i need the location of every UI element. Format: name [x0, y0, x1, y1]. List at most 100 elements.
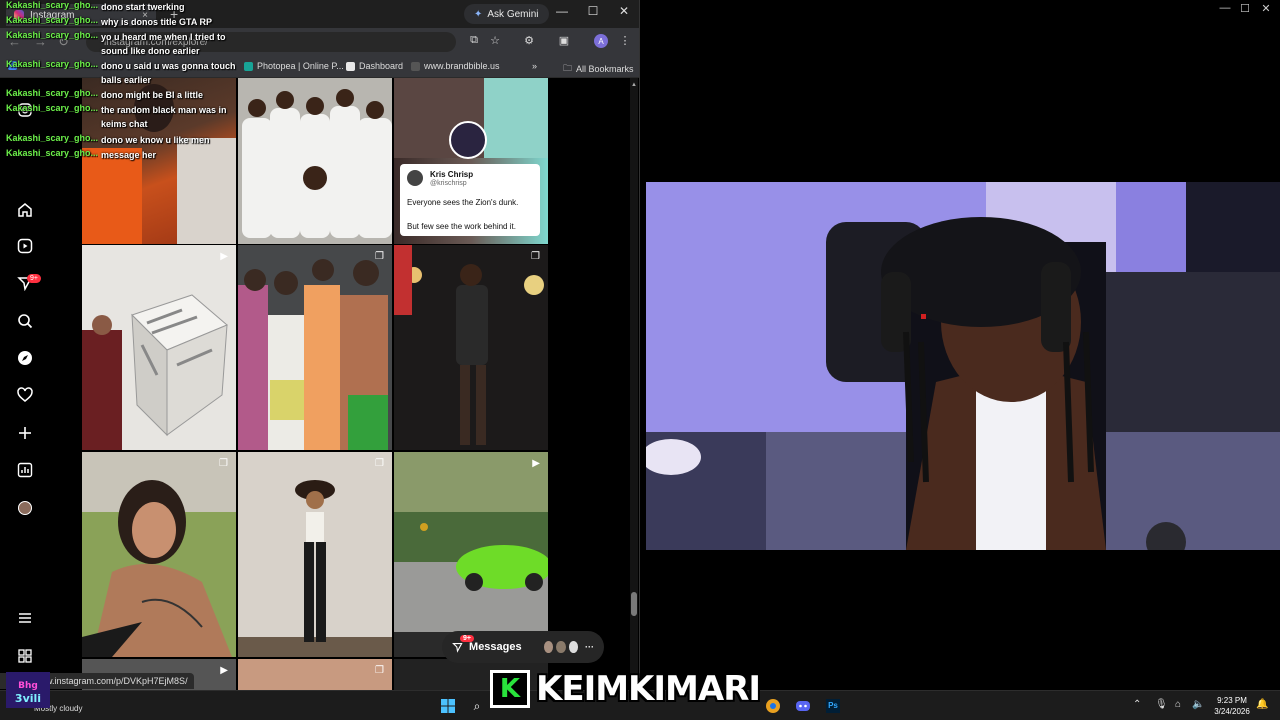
reel-icon: ▶ [532, 458, 540, 469]
bookmark-dashboard[interactable]: Dashboard [346, 61, 403, 71]
brandbible-favicon-icon [411, 61, 420, 71]
more-options-icon[interactable]: ··· [585, 642, 594, 652]
side-panel-icon[interactable]: ▣ [556, 34, 572, 47]
extensions-icon[interactable]: ⚙ [521, 34, 537, 47]
volume-icon[interactable]: 🔈 [1192, 699, 1204, 710]
bookmark-label: Dashboard [359, 61, 404, 71]
maximize-button[interactable]: ☐ [1236, 2, 1254, 15]
chrome-taskbar-icon[interactable] [764, 697, 782, 715]
multi-photo-icon: ❐ [219, 458, 228, 469]
multi-photo-icon: ❐ [375, 458, 384, 469]
messages-button[interactable]: 9+ Messages ··· [442, 631, 604, 663]
explore-post[interactable] [238, 78, 392, 244]
clock-time: 9:23 PM [1217, 696, 1247, 705]
avatar [18, 501, 32, 515]
minimize-button[interactable]: — [1216, 2, 1234, 14]
instagram-explore-page: 9+ ▶ ❐ ❐ ❐ ❐ ▶ ▶ ❐ Kris Chrisp @krischri… [0, 78, 639, 690]
chat-username: Kakashi_scary_gho... [6, 59, 98, 69]
dashboard-favicon-icon [346, 61, 355, 71]
network-icon[interactable]: ⌂ [1175, 699, 1181, 710]
chat-username: Kakashi_scary_gho... [6, 88, 98, 98]
bookmark-brandbible[interactable]: www.brandbible.us [411, 61, 500, 71]
chat-username: Kakashi_scary_gho... [6, 133, 98, 143]
tweet-author-name: Kris Chrisp [430, 170, 474, 179]
photopea-favicon-icon [244, 61, 253, 71]
chat-text: yo u heard me when I tried to sound like… [101, 32, 226, 56]
tweet-card: Kris Chrisp @krischrisp Everyone sees th… [400, 164, 540, 236]
maximize-button[interactable]: ☐ [583, 4, 603, 18]
page-scrollbar[interactable]: ▲ [630, 78, 638, 690]
close-window-button[interactable]: ✕ [1257, 2, 1275, 15]
tweet-profile-picture [449, 121, 487, 159]
explore-post[interactable]: ❐ [238, 452, 392, 657]
install-app-icon[interactable]: ⧉ [466, 34, 482, 47]
post-thumbnail-group-icon [238, 78, 392, 244]
webcam-feed [646, 182, 1280, 550]
chat-text: message her [101, 150, 157, 160]
chat-text: dono we know u like men [101, 135, 210, 145]
instagram-sidebar: 9+ [0, 78, 50, 690]
chat-username: Kakashi_scary_gho... [6, 103, 98, 113]
notification-bell-icon[interactable]: 🔔 [1256, 699, 1268, 710]
explore-compass-icon[interactable] [15, 348, 35, 368]
gemini-sparkle-icon: ✦ [474, 8, 483, 20]
minimize-button[interactable]: — [552, 4, 572, 18]
notifications-heart-icon[interactable] [15, 385, 35, 405]
avatar [542, 640, 555, 654]
discord-taskbar-icon[interactable] [794, 697, 812, 715]
system-clock[interactable]: 9:23 PM 3/24/2026 [1210, 695, 1254, 717]
also-from-meta-icon[interactable] [15, 646, 35, 666]
profile-avatar-button[interactable]: A [594, 34, 608, 48]
webcam-streamer-image [646, 182, 1280, 550]
bookmark-star-icon[interactable]: ☆ [487, 34, 503, 47]
streamer-watermark: K KEIMKIMARI [490, 668, 762, 710]
home-icon[interactable] [15, 200, 35, 220]
explore-post[interactable]: ▶ [394, 452, 548, 657]
explore-post[interactable]: ❐ [394, 245, 548, 450]
explore-post[interactable]: ❐ [238, 659, 392, 690]
photoshop-taskbar-icon[interactable]: Ps [824, 697, 842, 715]
channel-badge-logo: Bhg 3vili [6, 672, 50, 708]
post-thumbnail-portrait-icon [82, 452, 236, 657]
microphone-icon[interactable]: 🎙 [1155, 699, 1168, 710]
create-plus-icon[interactable] [15, 423, 35, 443]
ask-gemini-label: Ask Gemini [487, 8, 539, 20]
screen: Instagram × + ✦ Ask Gemini — ☐ ✕ ← → ↻ i… [0, 0, 1280, 720]
reels-icon[interactable] [15, 236, 35, 256]
search-icon[interactable]: ⌕ [468, 697, 486, 715]
bookmark-photopea[interactable]: Photopea | Online P... [244, 61, 344, 71]
dashboard-chart-icon[interactable] [15, 460, 35, 480]
chevron-up-icon[interactable]: ⌃ [1133, 699, 1141, 710]
windows-start-icon[interactable] [439, 697, 457, 715]
bookmark-label: www.brandbible.us [424, 61, 500, 71]
ask-gemini-button[interactable]: ✦ Ask Gemini [464, 4, 549, 24]
post-thumbnail-night-street-icon [394, 245, 548, 450]
profile-avatar-icon[interactable] [15, 498, 35, 518]
post-thumbnail-group-photo-icon [238, 245, 392, 450]
reel-icon: ▶ [220, 251, 228, 262]
close-window-button[interactable]: ✕ [614, 4, 634, 18]
svg-text:Bhg: Bhg [18, 681, 38, 691]
scrollbar-thumb[interactable] [631, 592, 637, 616]
reel-icon: ▶ [220, 665, 228, 676]
chat-text: the random black man was in keims chat [101, 105, 227, 129]
more-bookmarks-button[interactable]: » [532, 61, 537, 71]
chat-username: Kakashi_scary_gho... [6, 15, 98, 25]
explore-post[interactable]: ❐ [238, 245, 392, 450]
folder-icon: 🗀 [563, 63, 573, 73]
messages-label: Messages [469, 641, 522, 653]
explore-post[interactable]: ▶ [82, 245, 236, 450]
explore-post[interactable]: ❐ [82, 452, 236, 657]
post-thumbnail-green-car-icon [394, 452, 548, 657]
scroll-up-arrow-icon[interactable]: ▲ [630, 82, 638, 88]
messages-badge: 9+ [460, 635, 474, 642]
all-bookmarks-button[interactable]: 🗀 All Bookmarks [563, 61, 634, 77]
menu-kebab-icon[interactable]: ⋮ [617, 34, 633, 47]
more-bookmarks-icon: » [532, 61, 538, 71]
svg-text:3vili: 3vili [15, 692, 41, 705]
more-menu-icon[interactable] [15, 608, 35, 628]
avatar [555, 640, 567, 654]
chat-username: Kakashi_scary_gho... [6, 148, 98, 158]
search-icon[interactable] [15, 311, 35, 331]
paper-plane-icon [452, 643, 463, 653]
